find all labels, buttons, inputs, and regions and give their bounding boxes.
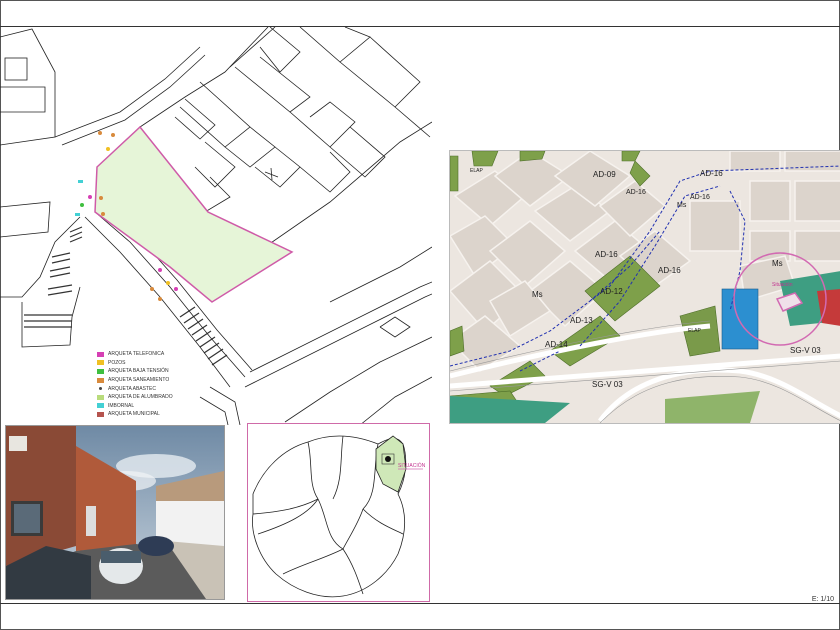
zoning-map: AD-09 AD-16 AD-16 AD-16 AD-16 AD-16 AD-1… [449, 150, 840, 424]
street-photo-image [6, 426, 224, 599]
scale-label: E: 1/10 [811, 596, 834, 603]
zone-label: AD-09 [593, 170, 616, 179]
zone-label: ELAP [470, 168, 483, 174]
zone-label: Ms [677, 202, 687, 209]
site-plot-polygon [94, 125, 294, 303]
legend-label: ARQUETA DE ALUMBRADO [108, 394, 173, 401]
zone-label: Ms [772, 259, 783, 268]
legend-item: IMBORNAL [97, 402, 173, 411]
legend-label: POZOS [108, 359, 126, 366]
zone-label: ELAP [688, 328, 701, 334]
zone-label: Situación [772, 282, 793, 288]
legend-label: IMBORNAL [108, 402, 135, 409]
zone-label: AD-16 [595, 250, 618, 259]
zone-label: AD-13 [570, 316, 593, 325]
street-photo [5, 425, 225, 600]
legend-item: ARQUETA DE ALUMBRADO [97, 393, 173, 402]
location-dot [385, 456, 391, 462]
legend-label: ARQUETA TELEFONICA [108, 351, 165, 358]
legend-item: ARQUETA BAJA TENSIÓN [97, 367, 173, 376]
legend-item: ARQUETA TELEFONICA [97, 350, 173, 359]
zone-label: AD-16 [690, 194, 710, 201]
zone-label: AD-12 [600, 287, 623, 296]
site-plan-drawing [0, 27, 432, 425]
legend-label: ARQUETA BAJA TENSIÓN [108, 368, 169, 375]
zone-label: SG-V 03 [790, 346, 821, 355]
footer-rule [0, 603, 840, 604]
legend-item: POZOS [97, 359, 173, 368]
legend-label: ARQUETA SANEAMIENTO [108, 377, 170, 384]
zone-blue-block [721, 288, 759, 350]
legend-label: ARQUETA MUNICIPAL [108, 411, 160, 418]
island-map: SITUACIÓN [252, 435, 426, 598]
utility-legend: ARQUETA TELEFONICA POZOS ARQUETA BAJA TE… [97, 350, 173, 419]
zone-label: AD-16 [658, 266, 681, 275]
legend-item: ARQUETA SANEAMIENTO [97, 376, 173, 385]
zoning-map-drawing: AD-09 AD-16 AD-16 AD-16 AD-16 AD-16 AD-1… [450, 151, 840, 423]
site-plan: ARQUETA TELEFONICA POZOS ARQUETA BAJA TE… [0, 27, 432, 425]
zone-label: AD-16 [700, 169, 723, 178]
legend-label: ARQUETA ABASTEC [108, 385, 156, 392]
legend-item: ARQUETA ABASTEC [97, 384, 173, 393]
legend-item: ARQUETA MUNICIPAL [97, 410, 173, 419]
zone-label: AD-14 [545, 340, 568, 349]
zone-label: SG-V 03 [592, 380, 623, 389]
locator-map: SITUACIÓN [247, 423, 430, 602]
zone-label: AD-16 [626, 189, 646, 196]
situacion-label: SITUACIÓN [398, 462, 426, 469]
zone-label: Ms [532, 290, 543, 299]
